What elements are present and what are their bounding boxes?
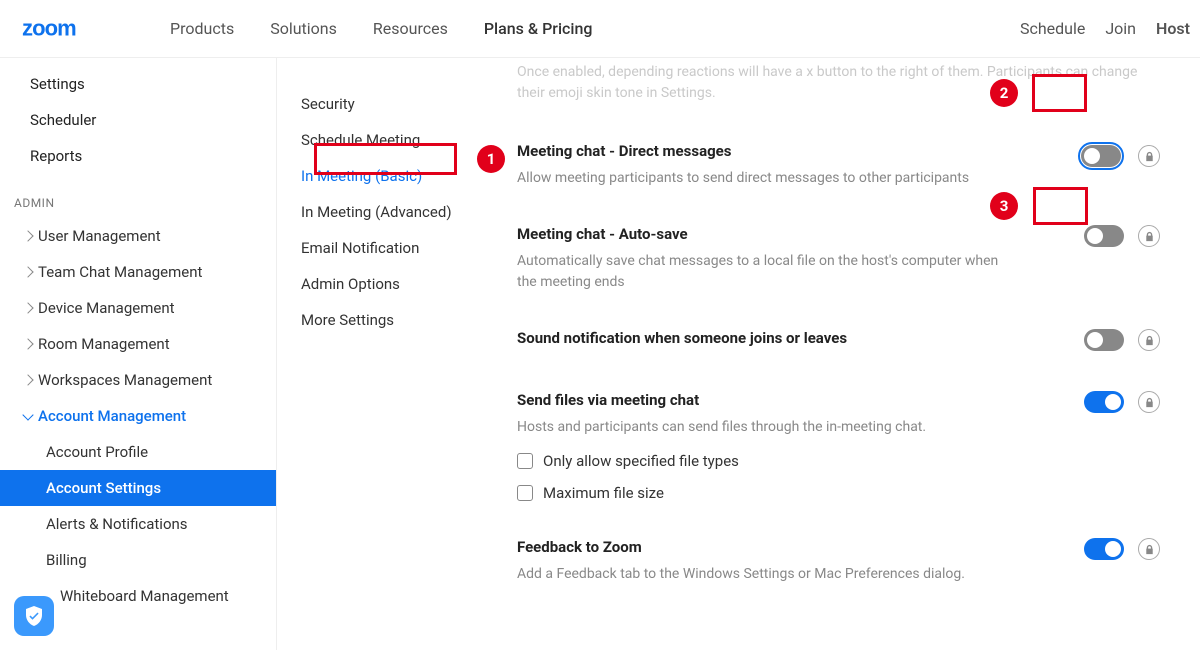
tab-security[interactable]: Security — [295, 86, 507, 122]
tab-schedule-meeting[interactable]: Schedule Meeting — [295, 122, 507, 158]
sidebar-item-teamchat-mgmt[interactable]: Team Chat Management — [0, 254, 276, 290]
nav-solutions[interactable]: Solutions — [252, 19, 355, 38]
annotation-badge-2: 2 — [990, 79, 1018, 107]
sidebar-item-scheduler[interactable]: Scheduler — [0, 102, 276, 138]
chevron-right-icon — [22, 374, 33, 385]
setting-send-files: Send files via meeting chat Hosts and pa… — [517, 373, 1160, 520]
sidebar-item-account-mgmt[interactable]: Account Management — [0, 398, 276, 434]
nav-schedule[interactable]: Schedule — [1020, 19, 1085, 38]
setting-desc: Hosts and participants can send files th… — [517, 417, 1160, 438]
toggle-feedback[interactable] — [1084, 538, 1124, 560]
setting-feedback-to-zoom: Feedback to Zoom Add a Feedback tab to t… — [517, 520, 1160, 603]
chevron-down-icon — [22, 409, 33, 420]
top-nav-right: Schedule Join Host — [1020, 19, 1190, 38]
tab-more-settings[interactable]: More Settings — [295, 302, 507, 338]
nav-host[interactable]: Host — [1156, 19, 1190, 38]
check-only-specified-types[interactable]: Only allow specified file types — [517, 452, 1160, 470]
tab-admin-options[interactable]: Admin Options — [295, 266, 507, 302]
chevron-right-icon — [22, 266, 33, 277]
lock-icon[interactable] — [1138, 329, 1160, 351]
setting-title: Meeting chat - Direct messages — [517, 142, 1160, 160]
content-area: Security Schedule Meeting In Meeting (Ba… — [277, 58, 1200, 650]
checkbox-label: Only allow specified file types — [543, 452, 739, 470]
checkbox-icon[interactable] — [517, 485, 533, 501]
lock-icon[interactable] — [1138, 145, 1160, 167]
settings-tabs: Security Schedule Meeting In Meeting (Ba… — [277, 58, 507, 650]
setting-title: Feedback to Zoom — [517, 538, 1160, 556]
sidebar-item-reports[interactable]: Reports — [0, 138, 276, 174]
toggle-autosave[interactable] — [1084, 225, 1124, 247]
sidebar-child-billing[interactable]: Billing — [0, 542, 276, 578]
setting-desc: Automatically save chat messages to a lo… — [517, 251, 1160, 293]
chevron-right-icon — [22, 338, 33, 349]
shield-icon[interactable] — [14, 596, 54, 636]
lock-icon[interactable] — [1138, 391, 1160, 413]
sidebar: Settings Scheduler Reports ADMIN User Ma… — [0, 58, 277, 650]
toggle-dm[interactable] — [1081, 145, 1121, 167]
sidebar-item-user-mgmt[interactable]: User Management — [0, 218, 276, 254]
faded-previous-setting: Once enabled, depending reactions will h… — [517, 58, 1160, 124]
setting-desc: Add a Feedback tab to the Windows Settin… — [517, 564, 1160, 585]
chevron-right-icon — [22, 230, 33, 241]
setting-meeting-chat-dm: Meeting chat - Direct messages Allow mee… — [517, 124, 1160, 207]
sidebar-item-room-mgmt[interactable]: Room Management — [0, 326, 276, 362]
tab-email-notification[interactable]: Email Notification — [295, 230, 507, 266]
lock-icon[interactable] — [1138, 538, 1160, 560]
settings-list: Once enabled, depending reactions will h… — [507, 58, 1200, 650]
sidebar-child-alerts[interactable]: Alerts & Notifications — [0, 506, 276, 542]
zoom-logo[interactable]: zoom — [22, 13, 132, 45]
svg-text:zoom: zoom — [22, 15, 76, 40]
setting-title: Sound notification when someone joins or… — [517, 329, 1160, 347]
checkbox-label: Maximum file size — [543, 484, 664, 502]
sidebar-section-admin: ADMIN — [0, 174, 276, 218]
annotation-badge-3: 3 — [990, 192, 1018, 220]
setting-title: Meeting chat - Auto-save — [517, 225, 1160, 243]
sidebar-child-account-profile[interactable]: Account Profile — [0, 434, 276, 470]
sidebar-item-workspaces-mgmt[interactable]: Workspaces Management — [0, 362, 276, 398]
annotation-badge-1: 1 — [477, 145, 505, 173]
chevron-right-icon — [22, 302, 33, 313]
top-nav: Products Solutions Resources Plans & Pri… — [152, 19, 610, 38]
toggle-send-files[interactable] — [1084, 391, 1124, 413]
setting-desc: Allow meeting participants to send direc… — [517, 168, 1160, 189]
check-max-file-size[interactable]: Maximum file size — [517, 484, 1160, 502]
top-header: zoom Products Solutions Resources Plans … — [0, 0, 1200, 58]
setting-title: Send files via meeting chat — [517, 391, 1160, 409]
checkbox-icon[interactable] — [517, 453, 533, 469]
sidebar-item-settings[interactable]: Settings — [0, 66, 276, 102]
lock-icon[interactable] — [1138, 225, 1160, 247]
sidebar-item-device-mgmt[interactable]: Device Management — [0, 290, 276, 326]
nav-join[interactable]: Join — [1105, 19, 1136, 38]
tab-in-meeting-basic[interactable]: In Meeting (Basic) — [295, 158, 507, 194]
sidebar-child-account-settings[interactable]: Account Settings — [0, 470, 276, 506]
nav-resources[interactable]: Resources — [355, 19, 466, 38]
tab-in-meeting-advanced[interactable]: In Meeting (Advanced) — [295, 194, 507, 230]
toggle-sound[interactable] — [1084, 329, 1124, 351]
setting-sound-notification: Sound notification when someone joins or… — [517, 311, 1160, 373]
nav-products[interactable]: Products — [152, 19, 252, 38]
toggle-focus-ring — [1078, 142, 1124, 170]
setting-meeting-chat-autosave: Meeting chat - Auto-save Automatically s… — [517, 207, 1160, 311]
nav-plans[interactable]: Plans & Pricing — [466, 19, 611, 38]
